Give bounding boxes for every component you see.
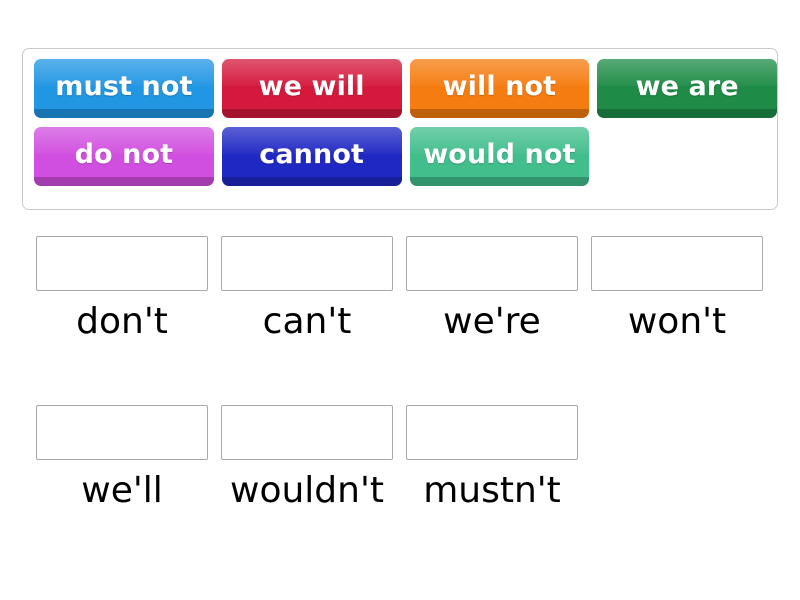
drop-zone[interactable]: [36, 405, 208, 460]
word-tile-label: must not: [55, 71, 193, 102]
word-bank-row-1: must not we will will not we are: [34, 59, 777, 118]
drop-zone[interactable]: [406, 236, 578, 291]
word-tile-label: will not: [442, 71, 557, 102]
answer-slot-label: don't: [76, 301, 168, 342]
answer-slot: we'll: [36, 405, 208, 510]
drop-zone[interactable]: [591, 236, 763, 291]
drop-zone[interactable]: [221, 405, 393, 460]
word-tile-label: do not: [74, 139, 174, 170]
word-tile-label: we will: [258, 71, 365, 102]
activity-stage: must not we will will not we are do not …: [0, 0, 800, 600]
word-tile-label: cannot: [259, 139, 364, 170]
word-tile[interactable]: do not: [34, 127, 214, 186]
word-bank-panel: must not we will will not we are do not …: [22, 48, 778, 210]
word-tile[interactable]: we will: [221, 59, 402, 118]
answer-slot-row-2: we'll wouldn't mustn't: [36, 405, 578, 510]
word-tile-label: would not: [423, 139, 576, 170]
word-tile[interactable]: will not: [409, 59, 590, 118]
word-tile[interactable]: cannot: [221, 127, 402, 186]
word-bank-row-2: do not cannot would not: [34, 127, 777, 186]
answer-slot: we're: [406, 236, 578, 341]
answer-slot: don't: [36, 236, 208, 341]
answer-slot-label: won't: [627, 301, 727, 342]
answer-slot-label: wouldn't: [230, 470, 384, 511]
word-tile-label: we are: [635, 71, 739, 102]
drop-zone[interactable]: [36, 236, 208, 291]
drop-zone[interactable]: [221, 236, 393, 291]
word-tile[interactable]: must not: [34, 59, 214, 118]
word-tile[interactable]: would not: [409, 127, 590, 186]
answer-slot: won't: [591, 236, 763, 341]
answer-slot-label: we'll: [81, 470, 163, 511]
word-bank-empty-slot: [597, 127, 777, 186]
word-tile[interactable]: we are: [597, 59, 777, 118]
answer-slot-label: mustn't: [423, 470, 561, 511]
answer-slot: can't: [221, 236, 393, 341]
answer-slot: mustn't: [406, 405, 578, 510]
drop-zone[interactable]: [406, 405, 578, 460]
answer-slot-label: we're: [443, 301, 541, 342]
answer-slot-row-1: don't can't we're won't: [36, 236, 763, 341]
answer-slot: wouldn't: [221, 405, 393, 510]
answer-slot-label: can't: [262, 301, 352, 342]
